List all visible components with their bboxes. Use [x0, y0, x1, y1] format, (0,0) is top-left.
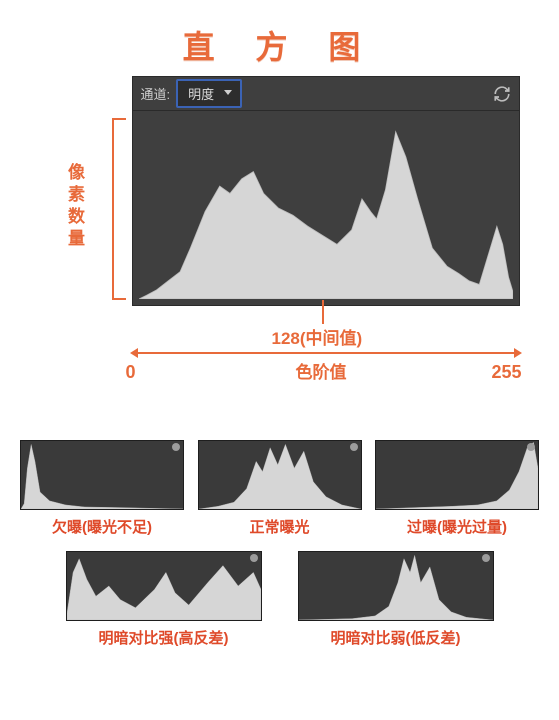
warning-dot-icon [482, 554, 490, 562]
example-low-contrast: 明暗对比弱(低反差) [298, 551, 494, 648]
x-min-label: 0 [126, 362, 136, 383]
x-axis-label: 色阶值 [296, 358, 347, 383]
channel-select[interactable]: 明度 [176, 79, 242, 108]
example-overexposed: 过曝(曝光过量) [375, 440, 539, 537]
warning-dot-icon [250, 554, 258, 562]
panel-header: 通道: 明度 [133, 77, 519, 111]
main-histogram-svg [139, 117, 513, 299]
example-normal: 正常曝光 [198, 440, 362, 537]
example-high-contrast-caption: 明暗对比强(高反差) [66, 627, 262, 648]
x-max-label: 255 [492, 362, 522, 383]
y-axis-label: 像素数量 [66, 162, 88, 250]
refresh-icon[interactable] [493, 85, 511, 103]
example-underexposed: 欠曝(曝光不足) [20, 440, 184, 537]
example-overexposed-histogram [375, 440, 539, 510]
histogram-panel: 通道: 明度 [132, 76, 520, 306]
mid-value-label: 128(中间值) [272, 324, 363, 349]
warning-dot-icon [350, 443, 358, 451]
examples-grid: 欠曝(曝光不足) 正常曝光过曝(曝光过量) 明暗对比强(高反差) 明暗对比弱(低反差… [20, 440, 539, 648]
page-title: 直 方 图 [0, 0, 559, 76]
example-high-contrast-histogram [66, 551, 262, 621]
example-low-contrast-caption: 明暗对比弱(低反差) [298, 627, 494, 648]
example-normal-caption: 正常曝光 [198, 516, 362, 537]
channel-label: 通道: [141, 84, 171, 103]
main-histogram [139, 117, 513, 299]
warning-dot-icon [527, 443, 535, 451]
example-high-contrast: 明暗对比强(高反差) [66, 551, 262, 648]
example-low-contrast-histogram [298, 551, 494, 621]
example-underexposed-caption: 欠曝(曝光不足) [20, 516, 184, 537]
main-histogram-block: 通道: 明度 像素数量 128(中间值) 0 255 色阶值 [40, 76, 520, 376]
warning-dot-icon [172, 443, 180, 451]
example-normal-histogram [198, 440, 362, 510]
x-axis-arrow [132, 352, 520, 354]
example-overexposed-caption: 过曝(曝光过量) [375, 516, 539, 537]
y-bracket [112, 118, 126, 300]
mid-tick [322, 300, 324, 324]
example-underexposed-histogram [20, 440, 184, 510]
